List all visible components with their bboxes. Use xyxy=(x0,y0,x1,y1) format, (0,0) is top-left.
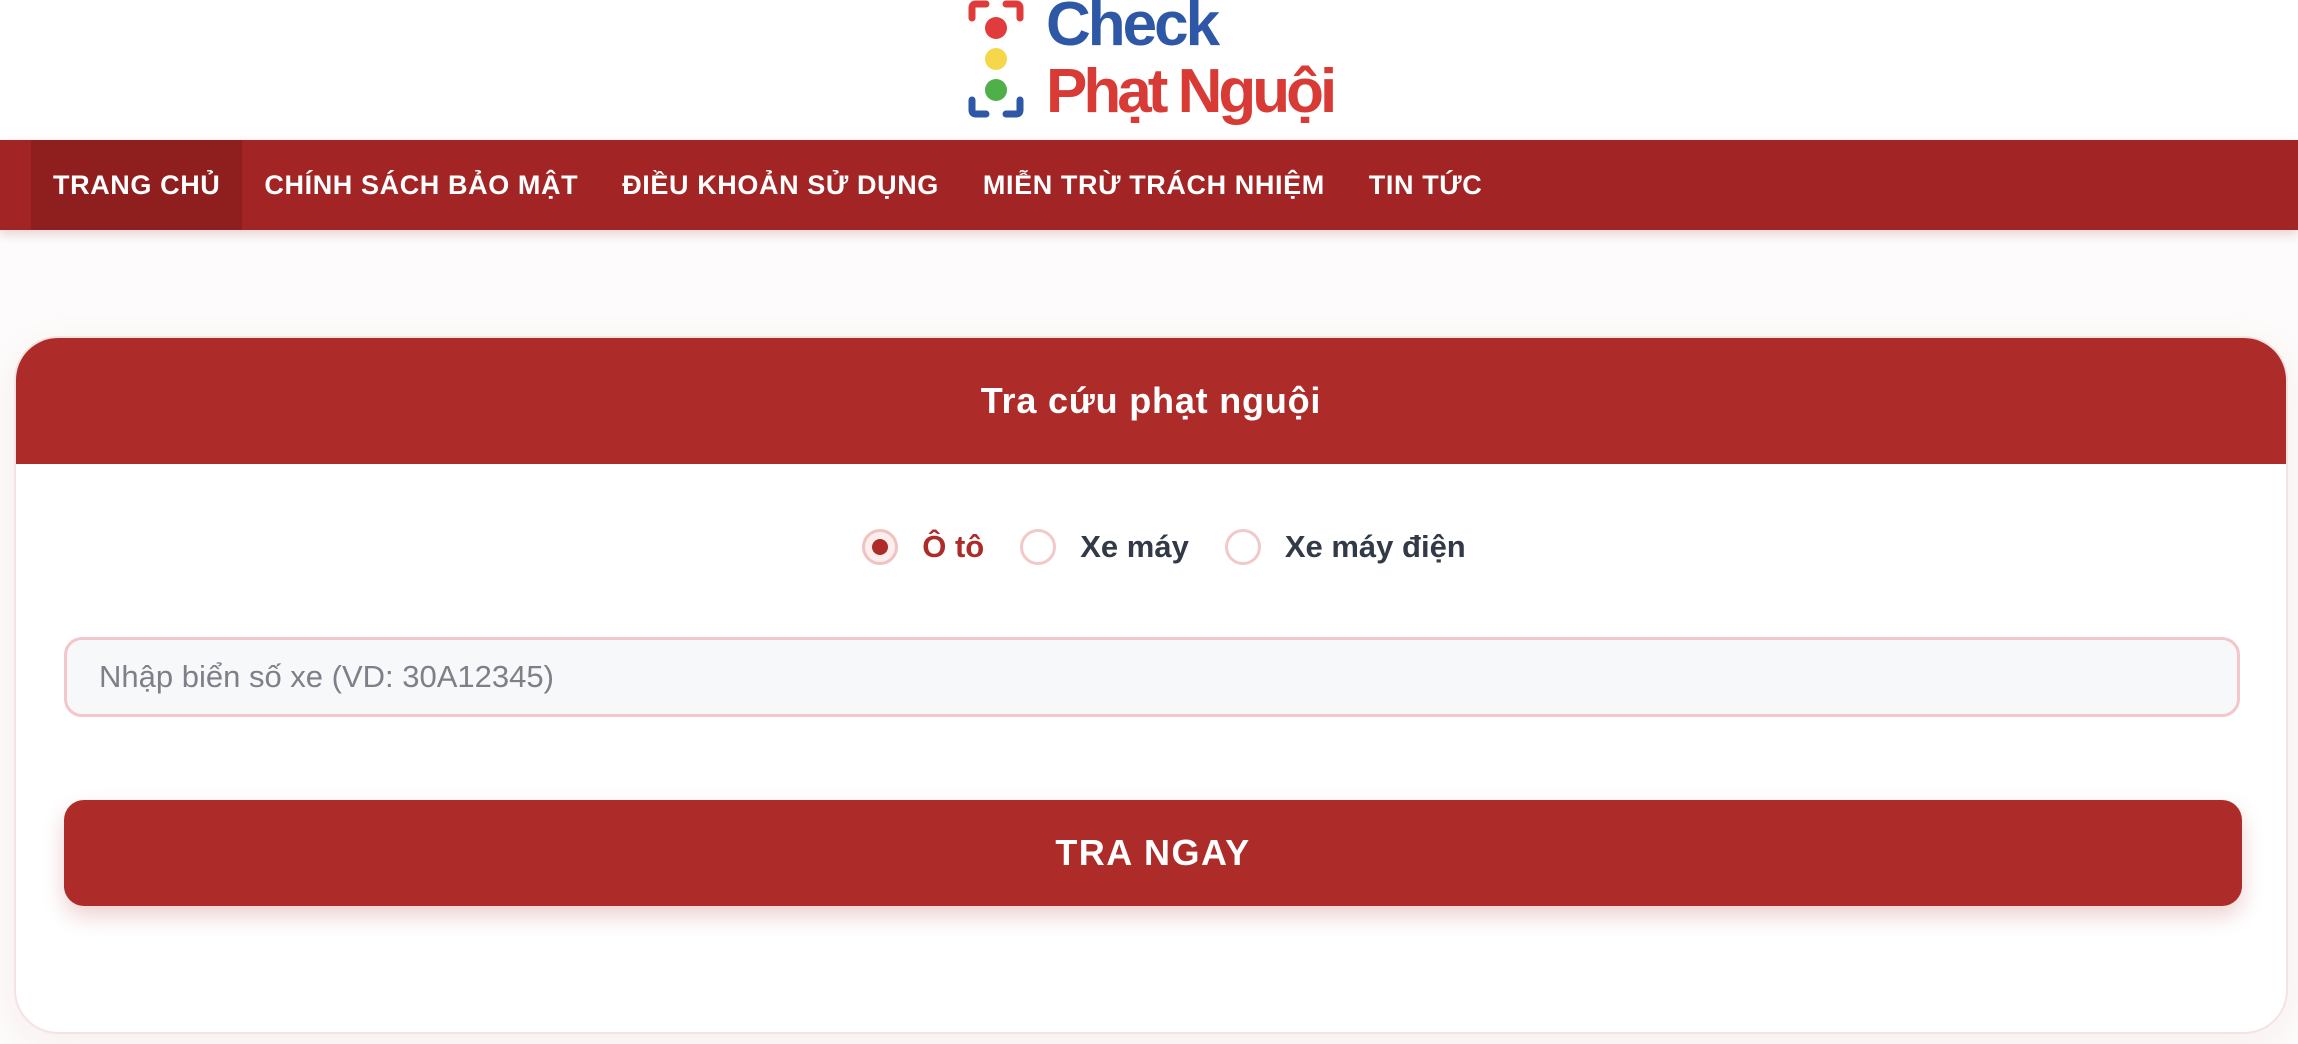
nav-item-news[interactable]: TIN TỨC xyxy=(1347,140,1505,230)
radio-selected-dot xyxy=(872,539,889,555)
nav-item-home[interactable]: TRANG CHỦ xyxy=(31,140,243,230)
radio-electric-motorbike-label: Xe máy điện xyxy=(1284,529,1466,564)
main-nav: TRANG CHỦ CHÍNH SÁCH BẢO MẬT ĐIỀU KHOẢN … xyxy=(0,140,2298,230)
radio-electric-motorbike[interactable]: Xe máy điện xyxy=(1224,529,1466,565)
radio-motorbike-circle[interactable] xyxy=(1020,529,1057,565)
site-logo[interactable]: Check Phạt Nguội xyxy=(966,0,1342,134)
nav-item-privacy-policy[interactable]: CHÍNH SÁCH BẢO MẬT xyxy=(242,140,600,230)
radio-motorbike-label: Xe máy xyxy=(1080,529,1189,564)
radio-car[interactable]: Ô tô xyxy=(862,529,984,565)
vehicle-type-group: Ô tô Xe máy Xe máy điện xyxy=(16,524,2286,570)
nav-item-terms-of-use[interactable]: ĐIỀU KHOẢN SỬ DỤNG xyxy=(600,140,961,230)
search-card-title: Tra cứu phạt nguội xyxy=(980,380,1322,421)
nav-item-disclaimer[interactable]: MIỄN TRỪ TRÁCH NHIỆM xyxy=(961,140,1347,230)
traffic-light-icon xyxy=(968,0,1024,118)
radio-car-circle[interactable] xyxy=(862,529,899,565)
logo-text-check: Check xyxy=(1046,0,1220,59)
radio-motorbike[interactable]: Xe máy xyxy=(1020,529,1189,565)
search-card-header: Tra cứu phạt nguội xyxy=(16,338,2286,464)
search-card: Tra cứu phạt nguội Ô tô Xe máy Xe máy đi… xyxy=(14,336,2288,1034)
license-plate-input[interactable] xyxy=(64,637,2240,717)
search-submit-button[interactable]: TRA NGAY xyxy=(64,800,2242,906)
radio-electric-motorbike-circle[interactable] xyxy=(1224,529,1261,565)
radio-car-label: Ô tô xyxy=(922,529,985,564)
site-header: Check Phạt Nguội xyxy=(0,0,2298,140)
nav-list: TRANG CHỦ CHÍNH SÁCH BẢO MẬT ĐIỀU KHOẢN … xyxy=(31,140,1504,230)
logo-text-phat-nguoi: Phạt Nguội xyxy=(1046,57,1337,126)
